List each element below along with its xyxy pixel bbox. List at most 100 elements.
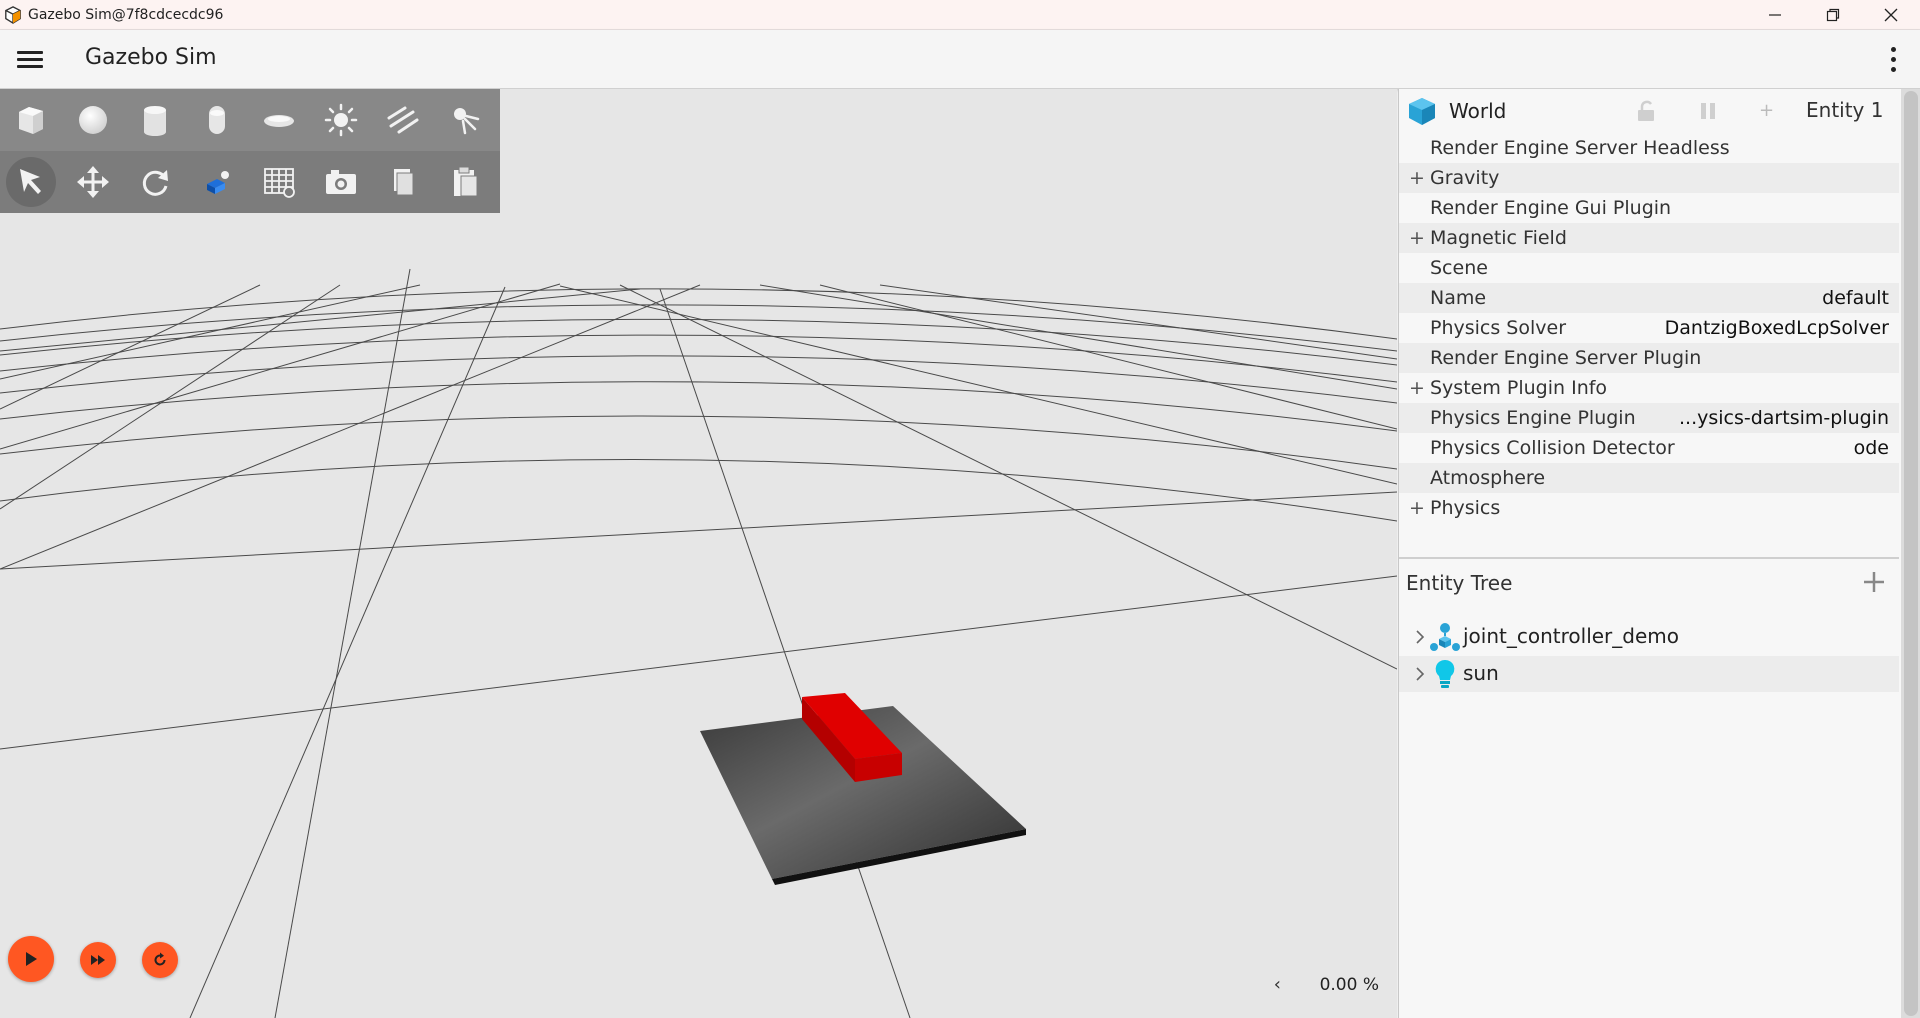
component-row: Physics Engine Plugin ...ysics-dartsim-pl… xyxy=(1399,403,1899,433)
box-shape-icon xyxy=(19,107,43,134)
grid-config-button[interactable] xyxy=(254,157,304,207)
add-entity-icon[interactable] xyxy=(1861,569,1887,595)
select-tool-button[interactable] xyxy=(6,157,56,207)
hamburger-menu-button[interactable] xyxy=(17,47,43,71)
capsule-shape-icon xyxy=(209,106,225,134)
component-row: Render Engine Gui Plugin xyxy=(1399,193,1899,223)
ellipsoid-shape-button[interactable] xyxy=(254,95,304,145)
scene-render[interactable] xyxy=(0,89,1397,1018)
real-time-factor: 0.00 % xyxy=(1319,975,1379,995)
directional-light-button[interactable] xyxy=(378,95,428,145)
kebab-dot xyxy=(1890,56,1896,62)
grid-config-icon xyxy=(264,168,295,198)
sphere-shape-icon xyxy=(79,106,107,134)
entity-tree-item[interactable]: joint_controller_demo xyxy=(1399,619,1899,655)
component-row: Render Engine Server Headless xyxy=(1399,133,1899,163)
play-button[interactable] xyxy=(8,936,54,982)
reset-icon xyxy=(154,952,166,966)
ellipsoid-shape-icon xyxy=(264,115,294,127)
component-value: ...ysics-dartsim-plugin xyxy=(1678,407,1889,429)
app-title: Gazebo Sim xyxy=(85,45,217,70)
point-light-button[interactable] xyxy=(316,95,366,145)
scrollbar-thumb[interactable] xyxy=(1904,91,1918,1016)
close-icon xyxy=(1884,8,1898,21)
right-panel: World + Entity 1 Render Engine Server He… xyxy=(1398,89,1920,1018)
entity-tree-title: Entity Tree xyxy=(1406,571,1513,595)
component-row: Render Engine Server Plugin xyxy=(1399,343,1899,373)
kebab-menu-button[interactable] xyxy=(1888,44,1898,74)
gazebo-logo-icon xyxy=(5,5,21,24)
box-shape-button[interactable] xyxy=(6,95,56,145)
component-list: Render Engine Server Headless + Gravity Ren… xyxy=(1399,133,1899,518)
component-label: System Plugin Info xyxy=(1430,377,1608,399)
spot-light-icon xyxy=(454,108,480,135)
scene-3d-viewport[interactable]: ‹ 0.00 % xyxy=(0,89,1397,1018)
expand-icon[interactable]: + xyxy=(1409,227,1425,249)
hamburger-icon-line xyxy=(17,65,43,68)
add-component-icon[interactable]: + xyxy=(1759,100,1774,121)
component-label: Scene xyxy=(1430,257,1488,279)
light-bulb-icon xyxy=(1435,659,1455,688)
component-value: ode xyxy=(1853,437,1889,459)
close-button[interactable] xyxy=(1862,0,1920,29)
view-angle-icon xyxy=(207,171,229,194)
component-row: Physics Collision Detector ode xyxy=(1399,433,1899,463)
view-angle-button[interactable] xyxy=(192,157,242,207)
component-row: Atmosphere xyxy=(1399,463,1899,493)
model-icon xyxy=(1430,623,1460,651)
copy-icon xyxy=(394,169,414,196)
expand-icon[interactable]: + xyxy=(1409,497,1425,518)
sphere-shape-button[interactable] xyxy=(68,95,118,145)
rotate-tool-button[interactable] xyxy=(130,157,180,207)
component-label: Gravity xyxy=(1430,167,1500,189)
component-inspector-header: World + Entity 1 xyxy=(1399,89,1899,133)
window-titlebar: Gazebo Sim@7f8cdcecdc96 xyxy=(0,0,1920,30)
restore-icon xyxy=(1826,8,1840,21)
right-panel-scrollbar[interactable] xyxy=(1901,89,1920,1018)
restore-button[interactable] xyxy=(1804,0,1862,29)
paste-button[interactable] xyxy=(440,157,490,207)
rtf-collapse-arrow[interactable]: ‹ xyxy=(1274,974,1281,995)
entity-tree-item[interactable]: sun xyxy=(1399,656,1899,692)
cylinder-shape-button[interactable] xyxy=(130,95,180,145)
fast-forward-icon xyxy=(91,955,105,965)
joint-controller-demo-model[interactable] xyxy=(700,693,1026,885)
screenshot-button[interactable] xyxy=(316,157,366,207)
step-button[interactable] xyxy=(80,942,116,978)
spot-light-button[interactable] xyxy=(440,95,490,145)
pause-icon[interactable] xyxy=(1697,100,1719,122)
entity-tree-header: Entity Tree xyxy=(1399,559,1899,607)
component-label: Physics xyxy=(1430,497,1501,518)
component-label: Render Engine Server Headless xyxy=(1430,137,1730,159)
capsule-shape-button[interactable] xyxy=(192,95,242,145)
minimize-button[interactable] xyxy=(1746,0,1804,29)
expand-icon[interactable]: + xyxy=(1409,167,1425,189)
reset-button[interactable] xyxy=(142,942,178,978)
component-row[interactable]: + Magnetic Field xyxy=(1399,223,1899,253)
translate-tool-button[interactable] xyxy=(68,157,118,207)
inspected-entity-name: World xyxy=(1449,99,1507,123)
expand-icon[interactable]: + xyxy=(1409,377,1425,399)
entity-tree-item-label: joint_controller_demo xyxy=(1463,624,1679,648)
directional-light-icon xyxy=(387,106,419,134)
screenshot-camera-icon xyxy=(326,170,356,194)
world-cube-icon xyxy=(1409,98,1435,125)
shapes-and-tools-toolbar xyxy=(0,89,500,213)
component-row[interactable]: + System Plugin Info xyxy=(1399,373,1899,403)
entity-tree-item-label: sun xyxy=(1463,661,1499,685)
chevron-right-icon[interactable] xyxy=(1415,628,1425,646)
component-label: Physics Engine Plugin xyxy=(1430,407,1636,429)
transform-tools-row xyxy=(0,151,500,213)
lock-icon[interactable] xyxy=(1636,100,1656,122)
copy-button[interactable] xyxy=(378,157,428,207)
shapes-lights-row xyxy=(0,89,500,151)
chevron-right-icon[interactable] xyxy=(1415,665,1425,683)
component-label: Magnetic Field xyxy=(1430,227,1567,249)
rotate-tool-icon xyxy=(142,170,168,196)
component-row[interactable]: + Physics xyxy=(1399,493,1899,518)
hamburger-icon-line xyxy=(17,58,43,61)
kebab-dot xyxy=(1890,66,1896,72)
component-row[interactable]: + Gravity xyxy=(1399,163,1899,193)
entity-id-label: Entity 1 xyxy=(1806,98,1884,122)
cylinder-shape-icon xyxy=(144,106,166,136)
